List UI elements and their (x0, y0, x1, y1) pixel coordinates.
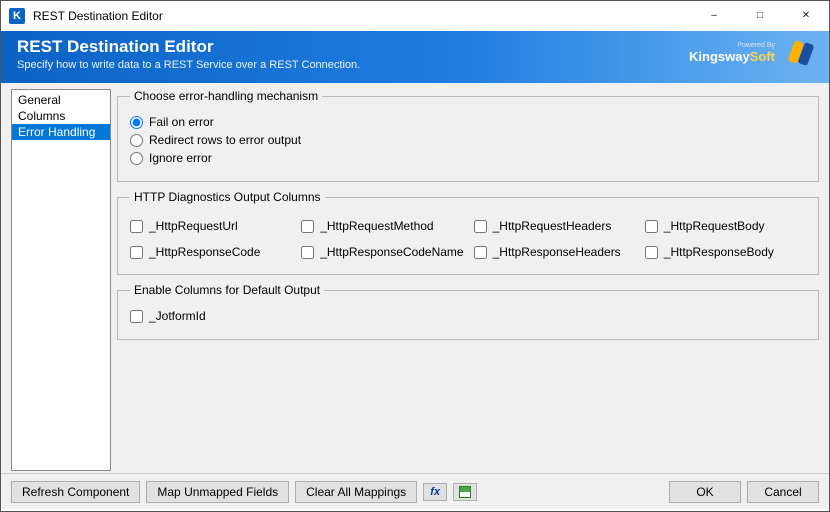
content-area: General Columns Error Handling Choose er… (1, 83, 829, 473)
check-http-request-url-label: _HttpRequestUrl (149, 219, 238, 233)
radio-redirect-rows-input[interactable] (130, 134, 143, 147)
error-handling-legend: Choose error-handling mechanism (130, 89, 322, 103)
close-button[interactable]: ✕ (783, 1, 829, 31)
check-http-request-url[interactable]: _HttpRequestUrl (130, 219, 291, 233)
fx-icon: fx (430, 486, 440, 498)
radio-ignore-error-input[interactable] (130, 152, 143, 165)
check-http-request-headers-label: _HttpRequestHeaders (493, 219, 612, 233)
minimize-button[interactable]: – (691, 1, 737, 31)
banner-logos: Powered By KingswaySoft (689, 39, 815, 67)
brand-logo-mark (787, 39, 815, 67)
check-http-response-code-name-input[interactable] (301, 246, 314, 259)
sidebar-item-error-handling[interactable]: Error Handling (12, 124, 110, 140)
default-output-group: Enable Columns for Default Output _Jotfo… (117, 283, 819, 340)
sidebar-item-general[interactable]: General (12, 92, 110, 108)
radio-ignore-error[interactable]: Ignore error (130, 151, 806, 165)
check-http-request-method[interactable]: _HttpRequestMethod (301, 219, 463, 233)
banner: REST Destination Editor Specify how to w… (1, 31, 829, 83)
http-diag-grid: _HttpRequestUrl _HttpRequestMethod _Http… (130, 216, 806, 262)
check-http-request-body[interactable]: _HttpRequestBody (645, 219, 806, 233)
check-http-response-headers-label: _HttpResponseHeaders (493, 245, 621, 259)
check-http-response-headers-input[interactable] (474, 246, 487, 259)
clear-all-mappings-button[interactable]: Clear All Mappings (295, 481, 417, 503)
ok-button[interactable]: OK (669, 481, 741, 503)
cancel-button[interactable]: Cancel (747, 481, 819, 503)
table-icon (459, 486, 471, 498)
powered-by-label: Powered By (689, 42, 775, 49)
check-http-response-code-label: _HttpResponseCode (149, 245, 260, 259)
titlebar: K REST Destination Editor – □ ✕ (1, 1, 829, 31)
default-output-legend: Enable Columns for Default Output (130, 283, 324, 297)
app-icon: K (9, 8, 25, 24)
radio-fail-on-error-input[interactable] (130, 116, 143, 129)
check-http-request-body-label: _HttpRequestBody (664, 219, 765, 233)
check-http-response-code-input[interactable] (130, 246, 143, 259)
expression-editor-button[interactable]: fx (423, 483, 447, 501)
check-http-response-code-name[interactable]: _HttpResponseCodeName (301, 245, 463, 259)
check-http-response-body[interactable]: _HttpResponseBody (645, 245, 806, 259)
check-jotform-id-input[interactable] (130, 310, 143, 323)
sidebar: General Columns Error Handling (11, 89, 111, 471)
check-http-request-method-label: _HttpRequestMethod (320, 219, 433, 233)
http-diag-legend: HTTP Diagnostics Output Columns (130, 190, 325, 204)
check-http-request-method-input[interactable] (301, 220, 314, 233)
radio-redirect-rows-label: Redirect rows to error output (149, 133, 301, 147)
column-mapping-button[interactable] (453, 483, 477, 501)
window-title: REST Destination Editor (33, 9, 691, 23)
main-panel: Choose error-handling mechanism Fail on … (117, 89, 819, 471)
footer: Refresh Component Map Unmapped Fields Cl… (1, 473, 829, 509)
check-http-response-code-name-label: _HttpResponseCodeName (320, 245, 463, 259)
http-diag-group: HTTP Diagnostics Output Columns _HttpReq… (117, 190, 819, 275)
check-http-response-body-label: _HttpResponseBody (664, 245, 774, 259)
radio-fail-on-error-label: Fail on error (149, 115, 214, 129)
check-http-request-body-input[interactable] (645, 220, 658, 233)
check-http-request-url-input[interactable] (130, 220, 143, 233)
check-http-response-headers[interactable]: _HttpResponseHeaders (474, 245, 635, 259)
check-jotform-id[interactable]: _JotformId (130, 309, 806, 323)
radio-ignore-error-label: Ignore error (149, 151, 212, 165)
check-jotform-id-label: _JotformId (149, 309, 206, 323)
check-http-response-body-input[interactable] (645, 246, 658, 259)
refresh-component-button[interactable]: Refresh Component (11, 481, 140, 503)
radio-fail-on-error[interactable]: Fail on error (130, 115, 806, 129)
window-buttons: – □ ✕ (691, 1, 829, 31)
check-http-request-headers[interactable]: _HttpRequestHeaders (474, 219, 635, 233)
check-http-response-code[interactable]: _HttpResponseCode (130, 245, 291, 259)
map-unmapped-fields-button[interactable]: Map Unmapped Fields (146, 481, 289, 503)
sidebar-item-columns[interactable]: Columns (12, 108, 110, 124)
brand-logo-text: Powered By KingswaySoft (689, 42, 775, 64)
radio-redirect-rows[interactable]: Redirect rows to error output (130, 133, 806, 147)
maximize-button[interactable]: □ (737, 1, 783, 31)
error-handling-group: Choose error-handling mechanism Fail on … (117, 89, 819, 182)
check-http-request-headers-input[interactable] (474, 220, 487, 233)
